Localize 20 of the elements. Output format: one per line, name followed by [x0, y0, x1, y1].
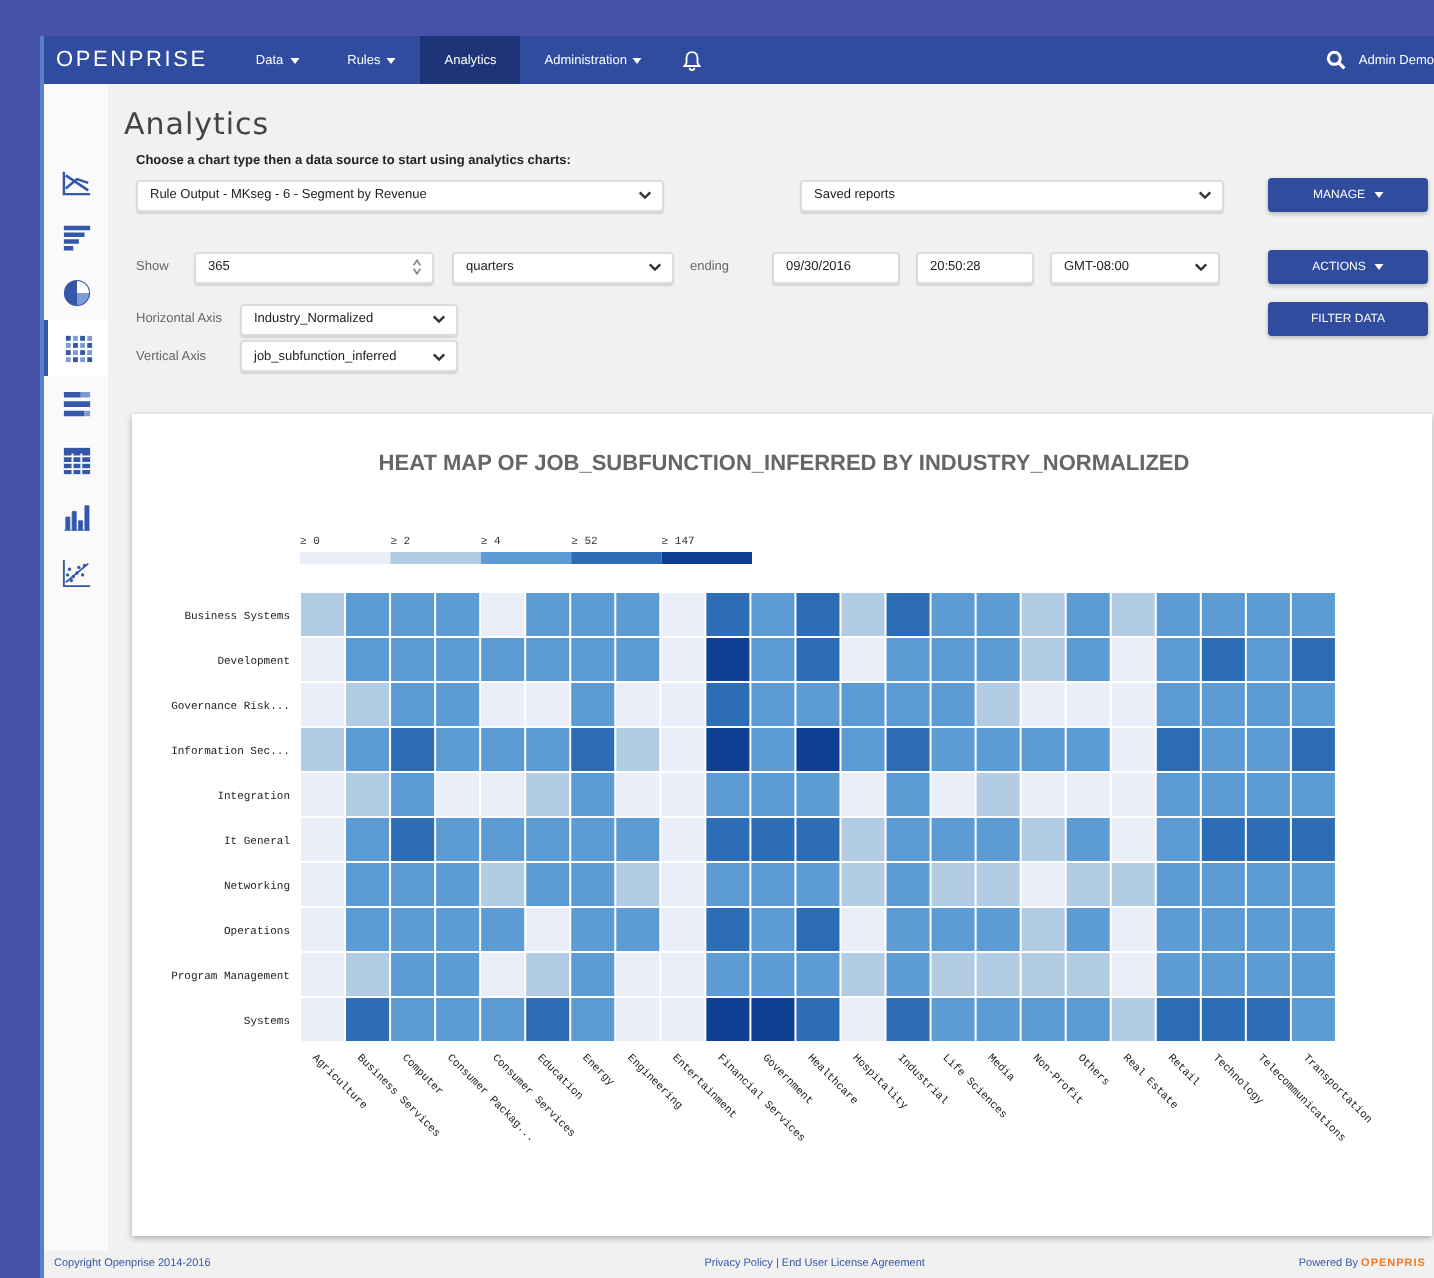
chevron-icon [648, 262, 662, 272]
chevron-icon [432, 351, 446, 361]
chart-title: HEAT MAP OF JOB_SUBFUNCTION_INFERRED BY INDUSTRY_NORMALIZED [378, 452, 1190, 476]
spinner-icon[interactable] [412, 258, 422, 276]
chevron-icon [1198, 190, 1212, 200]
chevron-icon [432, 314, 446, 324]
chart-type-item[interactable] [44, 320, 108, 376]
horizontal-bars-icon [61, 221, 91, 251]
search-icon[interactable] [1326, 50, 1347, 70]
chevron-icon [1194, 262, 1208, 272]
page-title: Analytics [124, 104, 272, 144]
stacked-bars-icon [61, 389, 91, 419]
table-icon [61, 445, 91, 475]
chevron-icon [638, 190, 652, 200]
pie-chart-icon [61, 277, 91, 307]
heatmap-icon [63, 333, 93, 363]
logo[interactable]: OPENPRISE [56, 48, 208, 72]
scatter-plot-icon [61, 557, 91, 587]
bell-icon[interactable] [682, 49, 703, 71]
bar-chart-icon [61, 501, 91, 531]
